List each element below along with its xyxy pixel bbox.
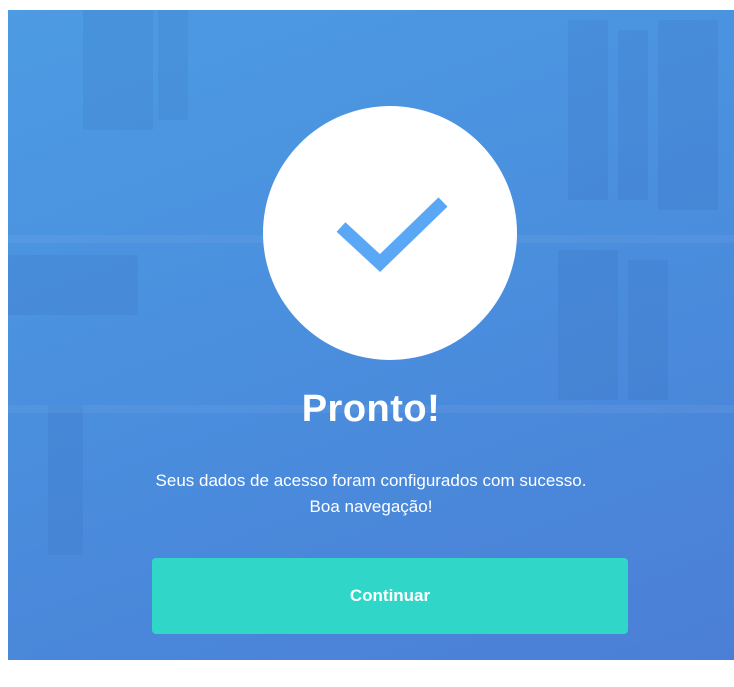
background-texture xyxy=(558,250,618,400)
success-message-line: Seus dados de acesso foram configurados … xyxy=(155,471,587,490)
success-circle xyxy=(263,106,517,360)
background-texture xyxy=(158,10,188,120)
page-title: Pronto! xyxy=(301,388,441,430)
success-panel: Pronto! Seus dados de acesso foram confi… xyxy=(8,10,734,660)
background-texture xyxy=(8,255,138,315)
success-message-line: Boa navegação! xyxy=(309,497,433,516)
background-texture xyxy=(618,30,648,200)
continue-button[interactable]: Continuar xyxy=(152,558,628,634)
background-texture xyxy=(83,10,153,130)
background-texture xyxy=(628,260,668,400)
background-texture xyxy=(658,20,718,210)
success-message: Seus dados de acesso foram configurados … xyxy=(8,468,734,520)
background-texture xyxy=(568,20,608,200)
checkmark-icon xyxy=(336,197,448,272)
